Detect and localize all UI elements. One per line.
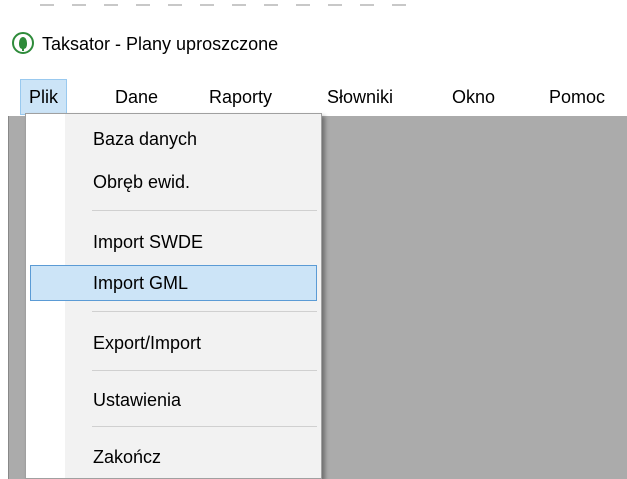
- menu-separator: [92, 370, 317, 371]
- menubar: Plik Dane Raporty Słowniki Okno Pomoc: [0, 79, 627, 116]
- menu-plik[interactable]: Plik: [20, 79, 68, 115]
- menu-okno[interactable]: Okno: [443, 79, 504, 115]
- window-title: Taksator - Plany uproszczone: [42, 34, 279, 54]
- menu-item-import-swde[interactable]: Import SWDE: [30, 224, 317, 260]
- menu-separator: [92, 210, 317, 211]
- menu-item-obreb-ewid[interactable]: Obręb ewid.: [30, 164, 317, 200]
- menu-separator: [92, 311, 317, 312]
- menu-dane[interactable]: Dane: [106, 79, 167, 115]
- menu-raporty[interactable]: Raporty: [200, 79, 281, 115]
- menu-separator: [92, 426, 317, 427]
- workspace-left-border: [0, 116, 9, 479]
- tree-logo-icon[interactable]: [12, 32, 34, 54]
- background-window-edge: [0, 0, 627, 10]
- menu-pomoc[interactable]: Pomoc: [540, 79, 614, 115]
- menu-item-baza-danych[interactable]: Baza danych: [30, 121, 317, 157]
- file-menu-dropdown: Baza danych Obręb ewid. Import SWDE Impo…: [25, 113, 322, 479]
- menu-item-import-gml[interactable]: Import GML: [30, 265, 317, 301]
- menu-item-zakoncz[interactable]: Zakończ: [30, 439, 317, 475]
- menu-item-ustawienia[interactable]: Ustawienia: [30, 382, 317, 418]
- window-titlebar[interactable]: Taksator - Plany uproszczone: [0, 10, 627, 72]
- menu-slowniki[interactable]: Słowniki: [318, 79, 402, 115]
- menu-item-export-import[interactable]: Export/Import: [30, 325, 317, 361]
